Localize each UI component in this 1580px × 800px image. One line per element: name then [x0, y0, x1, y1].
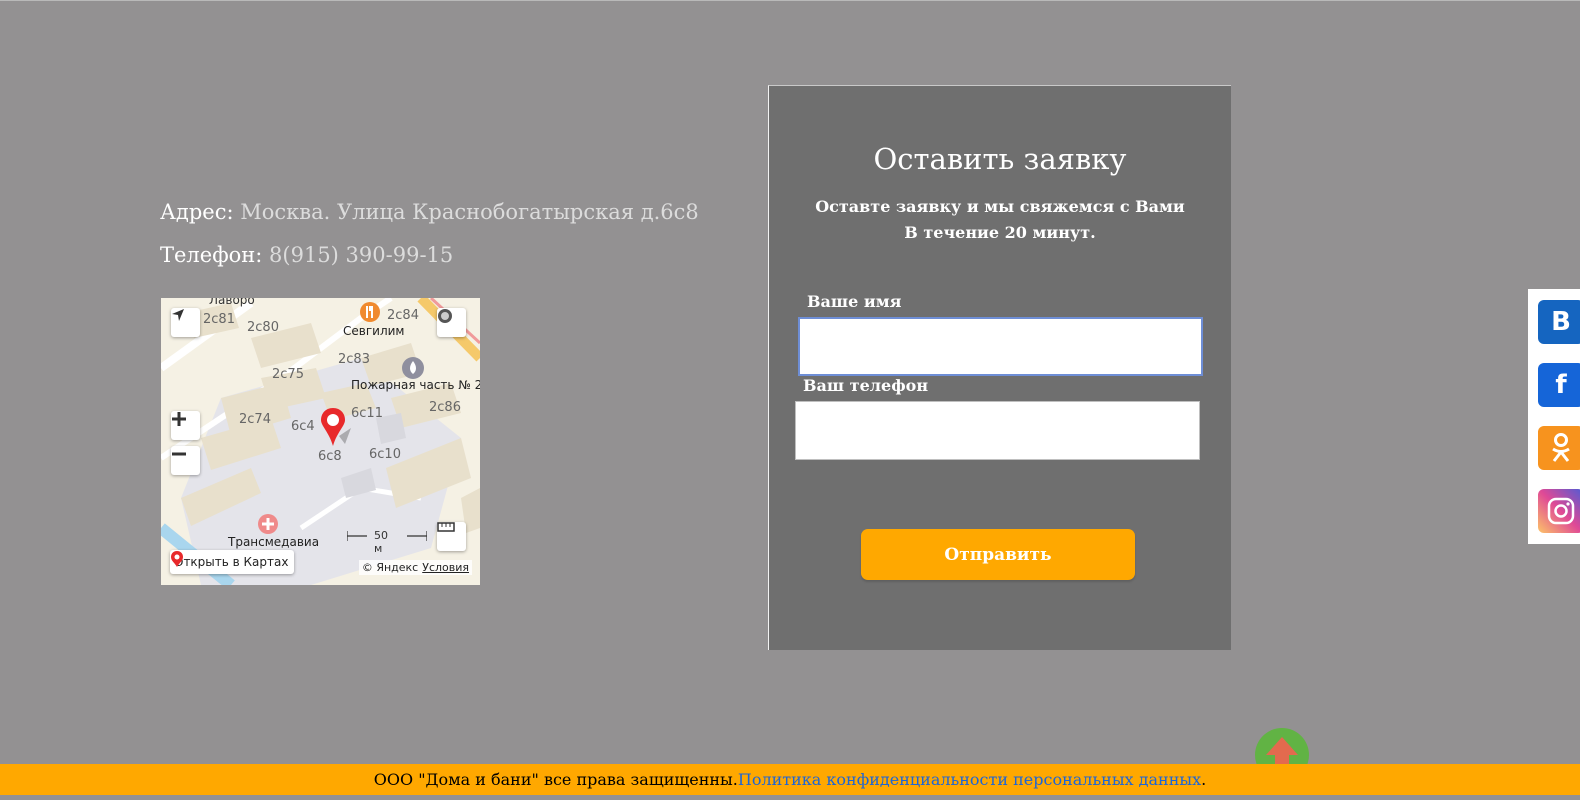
phone-row: Телефон: 8(915) 390-99-15	[160, 243, 699, 267]
address-row: Адрес: Москва. Улица Краснобогатырская д…	[160, 200, 699, 224]
map-label: 2с83	[338, 352, 370, 367]
instagram-button[interactable]	[1538, 489, 1580, 533]
submit-button[interactable]: Отправить	[861, 529, 1135, 580]
instagram-icon	[1547, 497, 1575, 525]
facebook-icon: f	[1555, 370, 1567, 400]
map-label: 6с8	[318, 449, 342, 464]
scale-label: 50 м	[374, 529, 388, 555]
map-label: 2с84	[387, 308, 419, 323]
vk-icon: В	[1551, 307, 1571, 337]
phone-field-label: Ваш телефон	[803, 376, 929, 395]
map-label: Трансмедавиа	[228, 535, 320, 549]
terms-link[interactable]: Условия	[422, 561, 469, 574]
fire-station-icon	[402, 357, 424, 379]
footer-copyright: ООО "Дома и бани" все права защищенны.	[373, 770, 738, 789]
zoom-out-button[interactable]	[171, 446, 200, 475]
name-field-label: Ваше имя	[807, 292, 902, 311]
map-label: Лаворо	[209, 298, 255, 307]
footer: ООО "Дома и бани" все права защищенны.По…	[0, 764, 1580, 795]
open-in-maps-label: Открыть в Картах	[174, 555, 289, 569]
layers-button[interactable]	[437, 308, 466, 337]
address-label: Адрес:	[160, 200, 234, 224]
vk-button[interactable]: В	[1538, 300, 1580, 344]
zoom-in-button[interactable]	[171, 411, 200, 440]
social-sidebar: В f	[1528, 289, 1580, 544]
plus-icon	[172, 412, 186, 426]
form-subtitle-line: В течение 20 минут.	[904, 223, 1096, 242]
facebook-button[interactable]: f	[1538, 363, 1580, 407]
contacts-block: Адрес: Москва. Улица Краснобогатырская д…	[160, 200, 699, 286]
map-label: 2с80	[247, 320, 279, 335]
address-value: Москва. Улица Краснобогатырская д.6с8	[240, 200, 699, 224]
map-label: Севгилим	[343, 324, 405, 338]
form-title: Оставить заявку	[873, 142, 1127, 176]
restaurant-icon	[360, 302, 380, 322]
odnoklassniki-button[interactable]	[1538, 426, 1580, 470]
map-label: 6с10	[369, 447, 401, 462]
phone-label: Телефон:	[160, 243, 263, 267]
copyright-text: © Яндекс	[361, 561, 419, 574]
form-subtitle-line: Оставте заявку и мы свяжемся с Вами	[815, 197, 1185, 216]
map-label: 2с81	[203, 312, 235, 327]
ruler-icon	[437, 522, 455, 532]
minus-icon	[172, 452, 186, 456]
map-label: 6с4	[291, 419, 315, 434]
map-label: Пожарная часть № 22	[351, 378, 480, 392]
map-label: 2с86	[429, 400, 461, 415]
ruler-button[interactable]	[437, 522, 466, 551]
top-border	[0, 0, 1580, 1]
name-input[interactable]	[798, 317, 1203, 376]
request-form: Оставить заявку Оставте заявку и мы свяж…	[768, 85, 1231, 650]
privacy-policy-link[interactable]: Политика конфиденциальности персональных…	[738, 770, 1201, 789]
geolocation-button[interactable]	[171, 308, 200, 337]
phone-input[interactable]	[795, 401, 1200, 460]
map-copyright: © Яндекс Условия	[358, 560, 472, 575]
phone-value[interactable]: 8(915) 390-99-15	[269, 243, 453, 267]
odnoklassniki-icon	[1552, 433, 1570, 462]
open-in-maps-button[interactable]: Открыть в Картах	[170, 550, 295, 574]
pin-icon	[171, 551, 183, 567]
footer-period: .	[1201, 770, 1207, 789]
location-pin-icon[interactable]	[319, 406, 353, 450]
layers-icon	[438, 309, 452, 323]
yandex-map[interactable]: Лаворо 2с81 2с80 Севгилим 2с84 2с83 2с75…	[161, 298, 480, 585]
hospital-icon	[258, 514, 278, 534]
map-label: 2с75	[272, 367, 304, 382]
navigation-arrow-icon	[172, 309, 184, 321]
map-label: 6с11	[351, 406, 383, 421]
form-subtitle: Оставте заявку и мы свяжемся с Вами В те…	[769, 194, 1231, 246]
map-label: 2с74	[239, 412, 271, 427]
